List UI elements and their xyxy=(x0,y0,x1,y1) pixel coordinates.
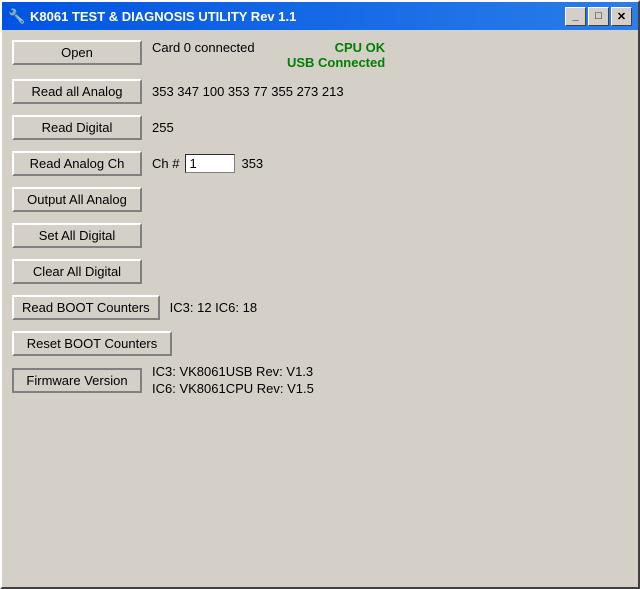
firmware-info: IC3: VK8061USB Rev: V1.3 IC6: VK8061CPU … xyxy=(152,364,314,396)
firmware-ic6-text: IC6: VK8061CPU Rev: V1.5 xyxy=(152,381,314,396)
content-area: Open Card 0 connected CPU OK USB Connect… xyxy=(2,30,638,587)
ch-result-value: 353 xyxy=(241,156,263,171)
read-digital-row: Read Digital 255 xyxy=(12,112,628,142)
reset-boot-counters-button[interactable]: Reset BOOT Counters xyxy=(12,331,172,356)
open-row: Open Card 0 connected CPU OK USB Connect… xyxy=(12,40,628,70)
reset-boot-counters-row: Reset BOOT Counters xyxy=(12,328,628,358)
read-digital-button[interactable]: Read Digital xyxy=(12,115,142,140)
restore-button[interactable]: □ xyxy=(588,7,609,26)
read-analog-ch-row: Read Analog Ch Ch # 353 xyxy=(12,148,628,178)
title-buttons: _ □ ✕ xyxy=(565,7,632,26)
clear-all-digital-row: Clear All Digital xyxy=(12,256,628,286)
ch-label: Ch # xyxy=(152,156,179,171)
header-status: Card 0 connected CPU OK USB Connected xyxy=(152,40,385,70)
close-button[interactable]: ✕ xyxy=(611,7,632,26)
set-all-digital-button[interactable]: Set All Digital xyxy=(12,223,142,248)
read-analog-ch-button[interactable]: Read Analog Ch xyxy=(12,151,142,176)
read-boot-counters-row: Read BOOT Counters IC3: 12 IC6: 18 xyxy=(12,292,628,322)
app-icon: 🔧 xyxy=(8,8,24,24)
title-bar-left: 🔧 K8061 TEST & DIAGNOSIS UTILITY Rev 1.1 xyxy=(8,8,296,24)
firmware-version-button[interactable]: Firmware Version xyxy=(12,368,142,393)
clear-all-digital-button[interactable]: Clear All Digital xyxy=(12,259,142,284)
read-all-analog-row: Read all Analog 353 347 100 353 77 355 2… xyxy=(12,76,628,106)
output-all-analog-button[interactable]: Output All Analog xyxy=(12,187,142,212)
read-boot-counters-button[interactable]: Read BOOT Counters xyxy=(12,295,160,320)
cpu-ok-text: CPU OK xyxy=(335,40,386,55)
firmware-version-row: Firmware Version IC3: VK8061USB Rev: V1.… xyxy=(12,364,628,396)
window-title: K8061 TEST & DIAGNOSIS UTILITY Rev 1.1 xyxy=(30,9,296,24)
main-window: 🔧 K8061 TEST & DIAGNOSIS UTILITY Rev 1.1… xyxy=(0,0,640,589)
output-all-analog-row: Output All Analog xyxy=(12,184,628,214)
firmware-ic3-text: IC3: VK8061USB Rev: V1.3 xyxy=(152,364,314,379)
open-button[interactable]: Open xyxy=(12,40,142,65)
digital-value: 255 xyxy=(152,120,174,135)
boot-counters-value: IC3: 12 IC6: 18 xyxy=(170,300,257,315)
title-bar: 🔧 K8061 TEST & DIAGNOSIS UTILITY Rev 1.1… xyxy=(2,2,638,30)
card-connected-text: Card 0 connected xyxy=(152,40,255,55)
ch-input-row: Ch # 353 xyxy=(152,154,263,173)
usb-connected-text: USB Connected xyxy=(287,55,385,70)
analog-all-values: 353 347 100 353 77 355 273 213 xyxy=(152,84,344,99)
ch-number-input[interactable] xyxy=(185,154,235,173)
read-all-analog-button[interactable]: Read all Analog xyxy=(12,79,142,104)
set-all-digital-row: Set All Digital xyxy=(12,220,628,250)
minimize-button[interactable]: _ xyxy=(565,7,586,26)
